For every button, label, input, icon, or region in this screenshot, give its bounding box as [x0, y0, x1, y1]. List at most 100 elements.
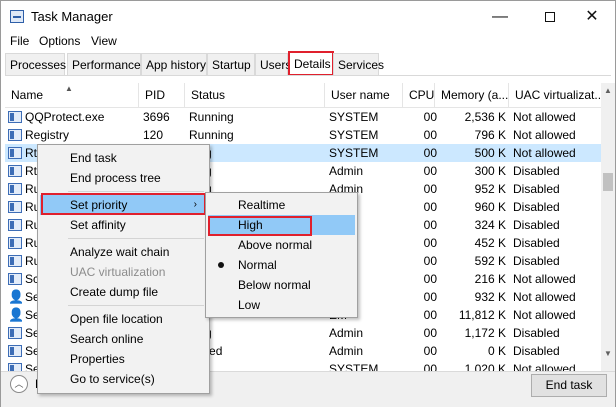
- priority-low[interactable]: Low: [208, 295, 355, 315]
- process-uac: Disabled: [513, 164, 560, 178]
- menu-separator: [68, 191, 204, 192]
- process-user: Admin: [329, 164, 364, 178]
- process-cpu: 00: [423, 164, 437, 178]
- selected-bullet-icon: [218, 262, 224, 268]
- close-button[interactable]: ✕: [569, 1, 615, 32]
- high-priority-highlight: [208, 216, 312, 236]
- process-icon: [8, 147, 22, 159]
- menu-item-end-task[interactable]: End task: [40, 148, 207, 168]
- column-name[interactable]: Name: [5, 83, 139, 107]
- tab-app-history[interactable]: App history: [141, 53, 207, 75]
- tab-performance[interactable]: Performance: [67, 53, 141, 75]
- vertical-scrollbar[interactable]: ▲ ▼: [601, 83, 615, 371]
- process-memory: 592 K: [474, 254, 506, 268]
- menu-item-set-affinity[interactable]: Set affinity: [40, 215, 207, 235]
- menu-item-analyze-wait-chain[interactable]: Analyze wait chain: [40, 242, 207, 262]
- tab-users[interactable]: Users: [255, 53, 291, 75]
- process-user: SYSTEM: [329, 362, 379, 371]
- process-name: QQProtect.exe: [25, 110, 105, 124]
- title-bar: Task Manager — ✕: [1, 1, 615, 32]
- tab-divider: [5, 75, 611, 76]
- maximize-button[interactable]: [527, 1, 573, 32]
- table-row[interactable]: Registry 120 Running SYSTEM 00 796 K Not…: [5, 126, 601, 144]
- priority-below-normal[interactable]: Below normal: [208, 275, 355, 295]
- set-priority-highlight: [41, 193, 206, 215]
- process-memory: 216 K: [474, 272, 506, 286]
- process-cpu: 00: [423, 236, 437, 250]
- process-icon: [8, 183, 22, 195]
- tab-details[interactable]: Details: [288, 51, 334, 76]
- process-icon: [8, 327, 22, 339]
- process-uac: Disabled: [513, 236, 560, 250]
- process-memory: 2,536 K: [464, 110, 506, 124]
- menu-item-properties[interactable]: Properties: [40, 349, 207, 369]
- menu-file[interactable]: File: [10, 34, 29, 48]
- scroll-down-icon[interactable]: ▼: [604, 349, 612, 358]
- table-header: Name PID Status User name CPU Memory (a.…: [5, 83, 601, 108]
- process-cpu: 00: [423, 308, 437, 322]
- priority-above-normal[interactable]: Above normal: [208, 235, 355, 255]
- process-cpu: 00: [423, 344, 437, 358]
- process-uac: Not allowed: [513, 308, 576, 322]
- minimize-button[interactable]: —: [477, 1, 523, 32]
- column-memory[interactable]: Memory (a...: [435, 83, 509, 107]
- process-icon: [8, 345, 22, 357]
- tab-strip: Processes Performance App history Startu…: [5, 51, 611, 76]
- menu-view[interactable]: View: [91, 34, 117, 48]
- tab-startup[interactable]: Startup: [207, 53, 255, 75]
- column-status[interactable]: Status: [185, 83, 325, 107]
- tab-services[interactable]: Services: [333, 53, 384, 75]
- menu-bar: File Options View: [1, 32, 615, 50]
- menu-item-end-process-tree[interactable]: End process tree: [40, 168, 207, 188]
- chevron-up-icon[interactable]: ︿: [10, 375, 28, 393]
- end-task-button[interactable]: End task: [531, 374, 607, 397]
- column-user-name[interactable]: User name: [325, 83, 403, 107]
- process-icon: [8, 219, 22, 231]
- process-uac: Disabled: [513, 326, 560, 340]
- user-process-icon: 👤: [8, 307, 22, 322]
- process-memory: 1,020 K: [464, 362, 506, 371]
- menu-options[interactable]: Options: [39, 34, 80, 48]
- process-uac: Not allowed: [513, 110, 576, 124]
- priority-normal[interactable]: Normal: [208, 255, 355, 275]
- maximize-icon: [545, 11, 555, 22]
- process-uac: Not allowed: [513, 146, 576, 160]
- process-memory: 500 K: [474, 146, 506, 160]
- column-uac-virtualization[interactable]: UAC virtualizat...: [509, 83, 601, 107]
- process-memory: 960 K: [474, 200, 506, 214]
- tab-processes[interactable]: Processes: [5, 53, 66, 75]
- menu-item-search-online[interactable]: Search online: [40, 329, 207, 349]
- table-row[interactable]: QQProtect.exe 3696 Running SYSTEM 00 2,5…: [5, 108, 601, 126]
- process-icon: [8, 165, 22, 177]
- process-uac: Not allowed: [513, 362, 576, 371]
- process-uac: Disabled: [513, 218, 560, 232]
- menu-separator: [68, 305, 204, 306]
- process-memory: 324 K: [474, 218, 506, 232]
- process-pid: 3696: [143, 110, 170, 124]
- user-process-icon: 👤: [8, 289, 22, 304]
- process-icon: [8, 111, 22, 123]
- process-cpu: 00: [423, 146, 437, 160]
- menu-item-open-file-location[interactable]: Open file location: [40, 309, 207, 329]
- process-cpu: 00: [423, 218, 437, 232]
- process-icon: [8, 201, 22, 213]
- scroll-thumb[interactable]: [603, 173, 613, 191]
- menu-item-create-dump-file[interactable]: Create dump file: [40, 282, 207, 302]
- scroll-up-icon[interactable]: ▲: [604, 86, 612, 95]
- process-cpu: 00: [423, 200, 437, 214]
- process-user: Admin: [329, 326, 364, 340]
- process-user: SYSTEM: [329, 146, 379, 160]
- process-status: Running: [189, 128, 234, 142]
- priority-submenu: Realtime High Above normal Normal Below …: [205, 192, 358, 318]
- process-cpu: 00: [423, 254, 437, 268]
- process-status: Running: [189, 110, 234, 124]
- process-user: SYSTEM: [329, 128, 379, 142]
- menu-item-go-to-services[interactable]: Go to service(s): [40, 369, 207, 389]
- process-icon: [8, 129, 22, 141]
- process-cpu: 00: [423, 272, 437, 286]
- column-cpu[interactable]: CPU: [403, 83, 435, 107]
- column-pid[interactable]: PID: [139, 83, 185, 107]
- process-memory: 0 K: [487, 344, 506, 358]
- priority-realtime[interactable]: Realtime: [208, 195, 355, 215]
- process-cpu: 00: [423, 128, 437, 142]
